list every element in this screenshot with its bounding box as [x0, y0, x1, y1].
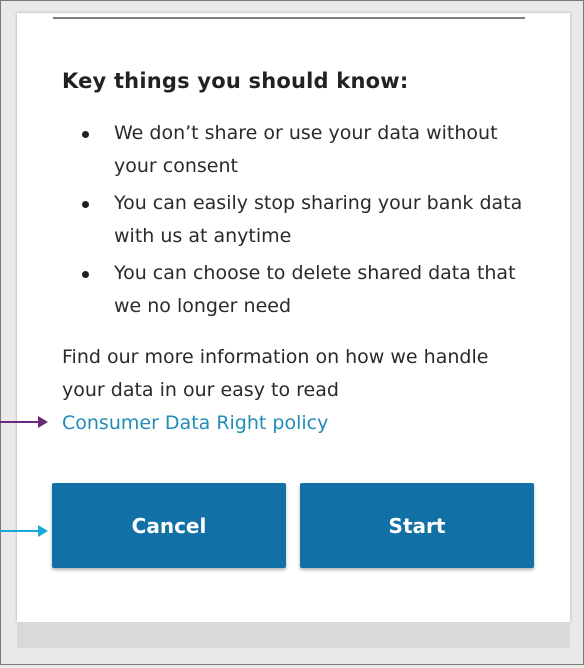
list-item: You can choose to delete shared data tha… — [62, 257, 532, 323]
info-text: Find our more information on how we hand… — [62, 346, 489, 401]
bullet-icon — [82, 131, 89, 138]
bullet-icon — [82, 271, 89, 278]
arrow-head-icon — [38, 416, 48, 428]
section-heading: Key things you should know: — [62, 69, 409, 93]
key-points-list: We don’t share or use your data without … — [62, 117, 532, 327]
top-divider — [53, 17, 525, 19]
info-paragraph: Find our more information on how we hand… — [62, 341, 532, 440]
screenshot-frame: Key things you should know: We don’t sha… — [0, 0, 584, 665]
cancel-button[interactable]: Cancel — [52, 483, 286, 568]
bullet-icon — [82, 201, 89, 208]
start-button[interactable]: Start — [300, 483, 534, 568]
annotation-arrow-button — [0, 525, 48, 537]
list-item: You can easily stop sharing your bank da… — [62, 187, 532, 253]
arrow-head-icon — [38, 525, 48, 537]
consent-panel: Key things you should know: We don’t sha… — [17, 13, 570, 622]
policy-link[interactable]: Consumer Data Right policy — [62, 407, 532, 440]
list-item-text: We don’t share or use your data without … — [114, 122, 498, 177]
list-item-text: You can choose to delete shared data tha… — [114, 262, 516, 317]
annotation-arrow-link — [0, 416, 48, 428]
footer-bar — [17, 622, 570, 648]
list-item-text: You can easily stop sharing your bank da… — [114, 192, 523, 247]
list-item: We don’t share or use your data without … — [62, 117, 532, 183]
